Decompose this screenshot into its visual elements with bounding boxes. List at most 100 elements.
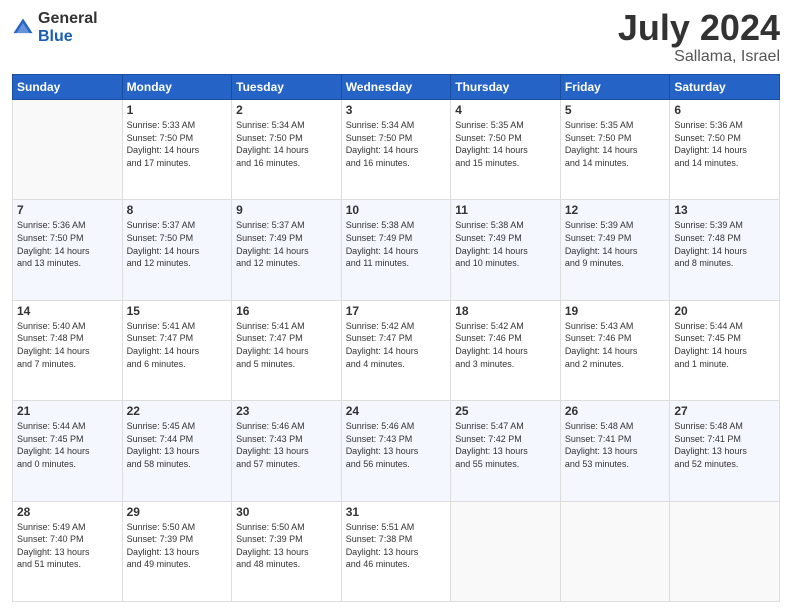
day-info: Sunrise: 5:34 AM Sunset: 7:50 PM Dayligh… (346, 119, 447, 169)
day-info: Sunrise: 5:46 AM Sunset: 7:43 PM Dayligh… (346, 420, 447, 470)
day-number: 17 (346, 304, 447, 318)
day-info: Sunrise: 5:36 AM Sunset: 7:50 PM Dayligh… (674, 119, 775, 169)
day-info: Sunrise: 5:44 AM Sunset: 7:45 PM Dayligh… (674, 320, 775, 370)
calendar-cell: 21Sunrise: 5:44 AM Sunset: 7:45 PM Dayli… (13, 401, 123, 501)
calendar-cell: 16 Sunrise: 5:41 AM Sunset: 7:47 PM Dayli… (232, 300, 342, 400)
day-info: Sunrise: 5:34 AM Sunset: 7:50 PM Dayligh… (236, 119, 337, 169)
day-number: 29 (127, 505, 228, 519)
day-info: Sunrise: 5:47 AM Sunset: 7:42 PM Dayligh… (455, 420, 556, 470)
calendar-cell: 9 Sunrise: 5:37 AM Sunset: 7:49 PM Daylig… (232, 200, 342, 300)
day-number: 25 (455, 404, 556, 418)
title-location: Sallama, Israel (618, 48, 780, 66)
calendar-cell: 18 Sunrise: 5:42 AM Sunset: 7:46 PM Dayli… (451, 300, 561, 400)
day-info: Sunrise: 5:39 AM Sunset: 7:49 PM Dayligh… (565, 219, 666, 269)
calendar-header-thursday: Thursday (451, 75, 561, 100)
day-number: 2 (236, 103, 337, 117)
logo: General Blue (12, 10, 98, 45)
day-info: Sunrise: 5:48 AM Sunset: 7:41 PM Dayligh… (565, 420, 666, 470)
calendar-cell: 22Sunrise: 5:45 AM Sunset: 7:44 PM Dayli… (122, 401, 232, 501)
day-number: 21 (17, 404, 118, 418)
calendar-cell: 11Sunrise: 5:38 AM Sunset: 7:49 PM Dayli… (451, 200, 561, 300)
calendar-cell: 20 Sunrise: 5:44 AM Sunset: 7:45 PM Dayli… (670, 300, 780, 400)
calendar-week-row: 21Sunrise: 5:44 AM Sunset: 7:45 PM Dayli… (13, 401, 780, 501)
day-number: 13 (674, 203, 775, 217)
calendar-header-sunday: Sunday (13, 75, 123, 100)
calendar-cell: 29 Sunrise: 5:50 AM Sunset: 7:39 PM Dayli… (122, 501, 232, 601)
day-number: 26 (565, 404, 666, 418)
day-info: Sunrise: 5:35 AM Sunset: 7:50 PM Dayligh… (565, 119, 666, 169)
calendar-header-row: SundayMondayTuesdayWednesdayThursdayFrid… (13, 75, 780, 100)
day-info: Sunrise: 5:49 AM Sunset: 7:40 PM Dayligh… (17, 521, 118, 571)
day-number: 18 (455, 304, 556, 318)
calendar-cell: 27 Sunrise: 5:48 AM Sunset: 7:41 PM Dayli… (670, 401, 780, 501)
calendar-cell: 12 Sunrise: 5:39 AM Sunset: 7:49 PM Dayli… (560, 200, 670, 300)
calendar-cell: 13Sunrise: 5:39 AM Sunset: 7:48 PM Dayli… (670, 200, 780, 300)
calendar-header-tuesday: Tuesday (232, 75, 342, 100)
header: General Blue July 2024 Sallama, Israel (12, 10, 780, 66)
page: General Blue July 2024 Sallama, Israel S… (0, 0, 792, 612)
calendar-cell (13, 100, 123, 200)
calendar-cell: 5 Sunrise: 5:35 AM Sunset: 7:50 PM Daylig… (560, 100, 670, 200)
day-number: 15 (127, 304, 228, 318)
calendar-week-row: 7 Sunrise: 5:36 AM Sunset: 7:50 PM Daylig… (13, 200, 780, 300)
day-number: 12 (565, 203, 666, 217)
day-info: Sunrise: 5:42 AM Sunset: 7:47 PM Dayligh… (346, 320, 447, 370)
calendar-cell: 10Sunrise: 5:38 AM Sunset: 7:49 PM Dayli… (341, 200, 451, 300)
day-info: Sunrise: 5:42 AM Sunset: 7:46 PM Dayligh… (455, 320, 556, 370)
calendar-cell (670, 501, 780, 601)
day-number: 4 (455, 103, 556, 117)
calendar-cell: 31Sunrise: 5:51 AM Sunset: 7:38 PM Dayli… (341, 501, 451, 601)
calendar-cell: 2 Sunrise: 5:34 AM Sunset: 7:50 PM Daylig… (232, 100, 342, 200)
calendar-cell: 8Sunrise: 5:37 AM Sunset: 7:50 PM Daylig… (122, 200, 232, 300)
logo-text: General Blue (38, 10, 98, 45)
day-info: Sunrise: 5:48 AM Sunset: 7:41 PM Dayligh… (674, 420, 775, 470)
calendar-cell: 6 Sunrise: 5:36 AM Sunset: 7:50 PM Daylig… (670, 100, 780, 200)
day-info: Sunrise: 5:37 AM Sunset: 7:49 PM Dayligh… (236, 219, 337, 269)
day-info: Sunrise: 5:36 AM Sunset: 7:50 PM Dayligh… (17, 219, 118, 269)
day-number: 27 (674, 404, 775, 418)
calendar-table: SundayMondayTuesdayWednesdayThursdayFrid… (12, 74, 780, 602)
calendar-cell: 25 Sunrise: 5:47 AM Sunset: 7:42 PM Dayli… (451, 401, 561, 501)
day-number: 3 (346, 103, 447, 117)
calendar-cell: 19Sunrise: 5:43 AM Sunset: 7:46 PM Dayli… (560, 300, 670, 400)
calendar-cell: 30Sunrise: 5:50 AM Sunset: 7:39 PM Dayli… (232, 501, 342, 601)
day-info: Sunrise: 5:35 AM Sunset: 7:50 PM Dayligh… (455, 119, 556, 169)
calendar-cell: 26 Sunrise: 5:48 AM Sunset: 7:41 PM Dayli… (560, 401, 670, 501)
day-info: Sunrise: 5:33 AM Sunset: 7:50 PM Dayligh… (127, 119, 228, 169)
day-number: 1 (127, 103, 228, 117)
day-number: 19 (565, 304, 666, 318)
day-number: 23 (236, 404, 337, 418)
title-block: July 2024 Sallama, Israel (618, 10, 780, 66)
day-info: Sunrise: 5:50 AM Sunset: 7:39 PM Dayligh… (127, 521, 228, 571)
calendar-cell (451, 501, 561, 601)
day-number: 28 (17, 505, 118, 519)
calendar-cell: 3 Sunrise: 5:34 AM Sunset: 7:50 PM Daylig… (341, 100, 451, 200)
day-info: Sunrise: 5:37 AM Sunset: 7:50 PM Dayligh… (127, 219, 228, 269)
calendar-cell: 7 Sunrise: 5:36 AM Sunset: 7:50 PM Daylig… (13, 200, 123, 300)
calendar-week-row: 1 Sunrise: 5:33 AM Sunset: 7:50 PM Daylig… (13, 100, 780, 200)
day-info: Sunrise: 5:41 AM Sunset: 7:47 PM Dayligh… (127, 320, 228, 370)
title-month: July 2024 (618, 10, 780, 46)
day-info: Sunrise: 5:51 AM Sunset: 7:38 PM Dayligh… (346, 521, 447, 571)
calendar-header-monday: Monday (122, 75, 232, 100)
calendar-header-saturday: Saturday (670, 75, 780, 100)
logo-general: General (38, 10, 98, 28)
day-info: Sunrise: 5:41 AM Sunset: 7:47 PM Dayligh… (236, 320, 337, 370)
logo-icon (12, 17, 34, 39)
day-number: 30 (236, 505, 337, 519)
calendar-cell: 24Sunrise: 5:46 AM Sunset: 7:43 PM Dayli… (341, 401, 451, 501)
day-number: 14 (17, 304, 118, 318)
day-number: 20 (674, 304, 775, 318)
calendar-cell: 28 Sunrise: 5:49 AM Sunset: 7:40 PM Dayli… (13, 501, 123, 601)
calendar-cell: 14 Sunrise: 5:40 AM Sunset: 7:48 PM Dayli… (13, 300, 123, 400)
calendar-week-row: 28 Sunrise: 5:49 AM Sunset: 7:40 PM Dayli… (13, 501, 780, 601)
day-number: 6 (674, 103, 775, 117)
day-number: 9 (236, 203, 337, 217)
calendar-cell: 15 Sunrise: 5:41 AM Sunset: 7:47 PM Dayli… (122, 300, 232, 400)
day-number: 5 (565, 103, 666, 117)
calendar-cell: 23Sunrise: 5:46 AM Sunset: 7:43 PM Dayli… (232, 401, 342, 501)
day-number: 16 (236, 304, 337, 318)
day-number: 7 (17, 203, 118, 217)
day-info: Sunrise: 5:38 AM Sunset: 7:49 PM Dayligh… (455, 219, 556, 269)
day-info: Sunrise: 5:40 AM Sunset: 7:48 PM Dayligh… (17, 320, 118, 370)
